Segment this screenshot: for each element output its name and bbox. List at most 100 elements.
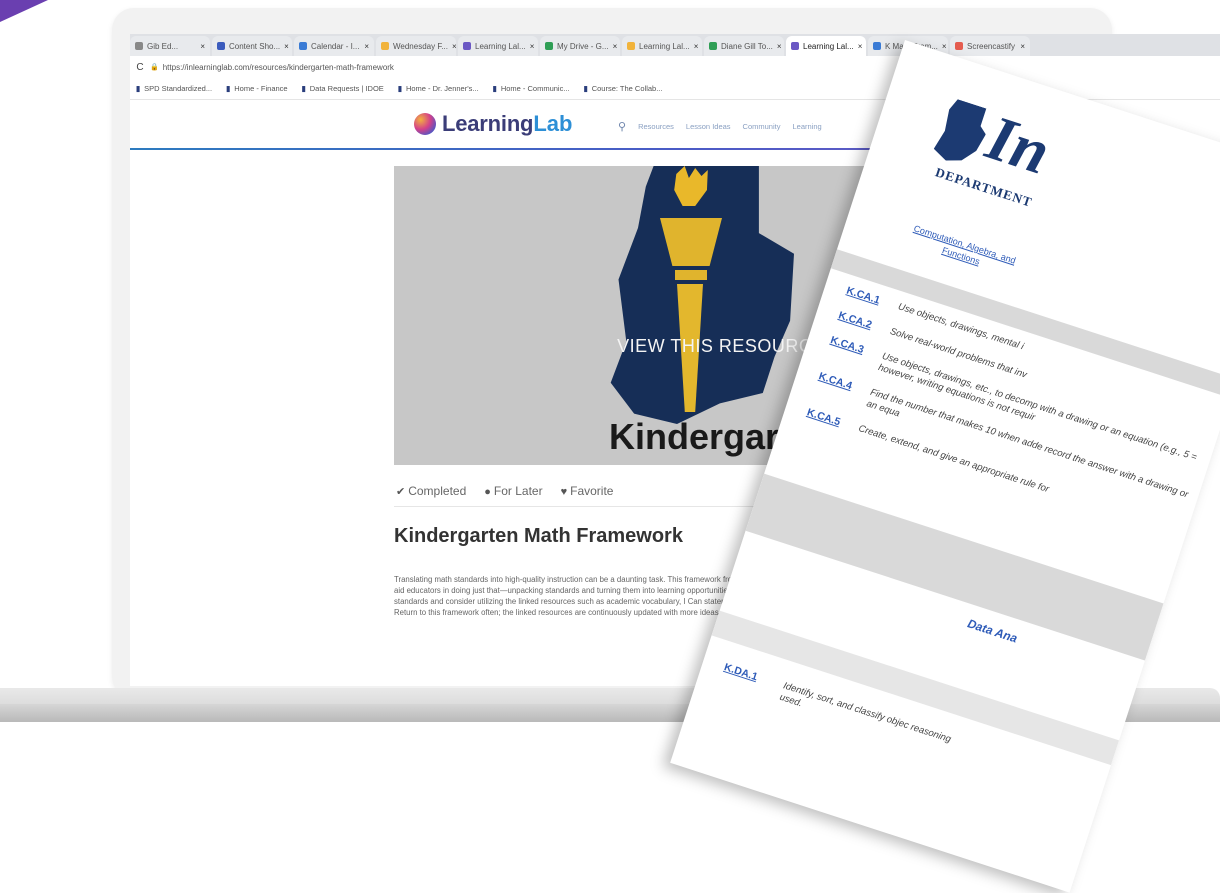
bookmark-icon: ▮ — [397, 84, 402, 93]
check-circle-icon: ✔ — [396, 486, 406, 498]
browser-tab[interactable]: Diane Gill To... × — [704, 36, 784, 56]
tab-favicon-icon — [627, 42, 635, 50]
later-action[interactable]: ● For Later — [484, 484, 542, 498]
blank-panel — [216, 324, 284, 350]
tab-label: Diane Gill To... — [721, 41, 773, 51]
close-icon[interactable]: × — [694, 42, 699, 51]
idoe-logo-text: In — [978, 101, 1059, 188]
tab-label: Wednesday F... — [393, 41, 448, 51]
tab-favicon-icon — [299, 42, 307, 50]
tab-label: Learning Lal... — [639, 41, 690, 51]
bookmark-icon: ▮ — [583, 84, 588, 93]
corner-accent — [0, 0, 48, 22]
standard-code-link[interactable]: K.CA.4 — [813, 370, 862, 406]
browser-tab[interactable]: Screencastify × — [950, 36, 1030, 56]
tab-favicon-icon — [135, 42, 143, 50]
nav-link[interactable]: Community — [743, 122, 781, 131]
torch-icon — [656, 166, 726, 416]
bookmark-icon: ▮ — [301, 84, 306, 93]
resource-actions: ✔ Completed ● For Later ♥ Favorite — [396, 484, 613, 498]
bookmark-icon: ▮ — [492, 84, 497, 93]
bookmark-item[interactable]: ▮ Course: The Collab... — [584, 84, 663, 93]
close-icon[interactable]: × — [364, 42, 369, 51]
close-icon[interactable]: × — [858, 42, 863, 51]
browser-tab[interactable]: Content Sho... × — [212, 36, 292, 56]
favorite-label: Favorite — [570, 484, 614, 498]
bookmark-item[interactable]: ▮ Home - Communic... — [493, 84, 570, 93]
browser-tab[interactable]: Calendar - I... × — [294, 36, 374, 56]
tab-favicon-icon — [955, 42, 963, 50]
blank-panel — [224, 258, 284, 284]
browser-tab[interactable]: Wednesday F... × — [376, 36, 456, 56]
clock-icon: ● — [484, 486, 491, 498]
close-icon[interactable]: × — [284, 42, 289, 51]
url-text[interactable]: https://inlearninglab.com/resources/kind… — [163, 63, 394, 72]
favorite-action[interactable]: ♥ Favorite — [561, 484, 614, 498]
bookmark-item[interactable]: ▮ SPD Standardized... — [136, 84, 212, 93]
tab-favicon-icon — [217, 42, 225, 50]
bookmark-item[interactable]: ▮ Home - Finance — [226, 84, 288, 93]
bookmark-label: Course: The Collab... — [591, 84, 663, 93]
bookmark-label: SPD Standardized... — [144, 84, 213, 93]
completed-label: Completed — [408, 484, 467, 498]
blank-panel — [232, 224, 284, 250]
heart-icon: ♥ — [560, 486, 568, 498]
bookmark-label: Data Requests | IDOE — [309, 84, 384, 93]
bookmark-icon: ▮ — [136, 84, 141, 93]
close-icon[interactable]: × — [200, 42, 205, 51]
tab-label: Learning Lal... — [803, 41, 854, 51]
category-link[interactable]: Computation, Algebra, and Functions — [902, 220, 1024, 280]
browser-tab[interactable]: Gib Ed... × — [130, 36, 210, 56]
standard-code-link[interactable]: K.DA.1 — [719, 661, 768, 697]
browser-tab[interactable]: My Drive - G... × — [540, 36, 620, 56]
bookmark-label: Home - Dr. Jenner's... — [405, 84, 479, 93]
learninglab-logo[interactable]: Learning Lab — [414, 111, 572, 137]
standard-code-link[interactable]: K.CA.5 — [805, 406, 851, 431]
close-icon[interactable]: × — [613, 42, 618, 51]
bookmark-label: Home - Communic... — [500, 84, 570, 93]
data-analysis-heading[interactable]: Data Ana — [966, 616, 1019, 645]
tab-favicon-icon — [545, 42, 553, 50]
reload-icon[interactable]: C — [130, 62, 150, 73]
tab-label: My Drive - G... — [557, 41, 609, 51]
nav-link[interactable]: Resources — [638, 122, 674, 131]
nav-link[interactable]: Learning — [792, 122, 821, 131]
browser-tab[interactable]: Learning Lal... × — [786, 36, 866, 56]
tab-favicon-icon — [709, 42, 717, 50]
later-label: For Later — [493, 484, 543, 498]
nav-link[interactable]: Lesson Ideas — [686, 122, 731, 131]
blank-panel — [282, 180, 385, 370]
standard-code-link[interactable]: K.CA.1 — [845, 285, 891, 310]
tab-label: Calendar - I... — [311, 41, 360, 51]
close-icon[interactable]: × — [452, 42, 456, 51]
search-icon[interactable]: ⚲ — [618, 120, 626, 133]
close-icon[interactable]: × — [530, 42, 535, 51]
blank-panel — [232, 292, 284, 316]
tab-favicon-icon — [873, 42, 881, 50]
site-nav: ⚲ Resources Lesson Ideas Community Learning — [618, 120, 822, 133]
tab-label: Learning Lal... — [475, 41, 526, 51]
address-bar[interactable]: C 🔒 https://inlearninglab.com/resources/… — [130, 56, 1220, 78]
completed-action[interactable]: ✔ Completed — [396, 484, 466, 498]
bookmark-icon: ▮ — [226, 84, 231, 93]
tab-favicon-icon — [463, 42, 471, 50]
close-icon[interactable]: × — [942, 42, 947, 51]
close-icon[interactable]: × — [777, 42, 782, 51]
close-icon[interactable]: × — [1020, 42, 1025, 51]
bookmark-item[interactable]: ▮ Data Requests | IDOE — [302, 84, 384, 93]
browser-tab[interactable]: Learning Lal... × — [622, 36, 702, 56]
tab-strip: Gib Ed... × Content Sho... × Calendar - I...… — [130, 34, 1220, 56]
logo-mark-icon — [414, 113, 436, 135]
logo-text-learning: Learning — [442, 111, 534, 136]
logo-text-lab: Lab — [533, 111, 573, 136]
resource-title: Kindergarten Math Framework — [394, 525, 683, 547]
tab-label: Gib Ed... — [147, 41, 179, 51]
bookmark-item[interactable]: ▮ Home - Dr. Jenner's... — [398, 84, 479, 93]
standard-code-link[interactable]: K.CA.3 — [825, 334, 874, 370]
lock-icon: 🔒 — [150, 64, 159, 71]
tab-favicon-icon — [791, 42, 799, 50]
standard-code-link[interactable]: K.CA.2 — [837, 309, 883, 334]
browser-tab[interactable]: Learning Lal... × — [458, 36, 538, 56]
tab-label: Screencastify — [967, 41, 1016, 51]
tab-favicon-icon — [381, 42, 389, 50]
